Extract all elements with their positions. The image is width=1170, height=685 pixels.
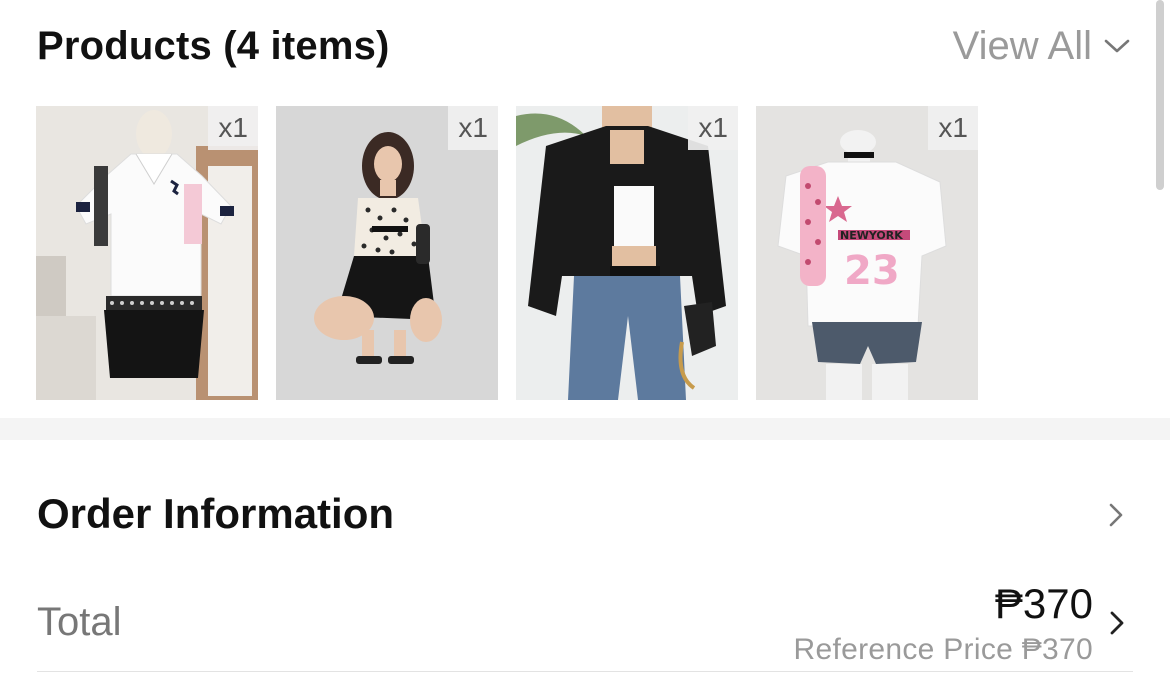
product-image xyxy=(516,106,738,400)
product-image xyxy=(36,106,258,400)
total-amount: ₱370 xyxy=(994,580,1093,627)
product-thumbnail[interactable]: NEWYORK 23 x1 xyxy=(756,106,978,400)
svg-text:NEWYORK: NEWYORK xyxy=(840,229,903,242)
order-information-title: Order Information xyxy=(37,490,395,537)
product-thumbnail[interactable]: x1 xyxy=(276,106,498,400)
order-information-section: Order Information Total ₱370 Reference P… xyxy=(0,440,1170,685)
svg-text:23: 23 xyxy=(844,248,900,294)
products-section: Products (4 items) View All x1 x1 x1 NEW… xyxy=(0,0,1170,418)
chevron-right-icon xyxy=(1110,611,1124,635)
quantity-badge: x1 xyxy=(688,106,738,150)
quantity-badge: x1 xyxy=(208,106,258,150)
chevron-right-icon[interactable] xyxy=(1108,502,1124,528)
section-divider xyxy=(0,418,1170,440)
reference-price: Reference Price ₱370 xyxy=(793,633,1093,666)
total-row[interactable]: Total ₱370 Reference Price ₱370 xyxy=(37,580,1133,672)
scrollbar[interactable] xyxy=(1156,0,1164,190)
total-label: Total xyxy=(37,600,122,644)
product-thumbnail[interactable]: x1 xyxy=(516,106,738,400)
product-thumbnail[interactable]: x1 xyxy=(36,106,258,400)
product-image: NEWYORK 23 xyxy=(756,106,978,400)
quantity-badge: x1 xyxy=(928,106,978,150)
quantity-badge: x1 xyxy=(448,106,498,150)
product-thumbnails: x1 x1 x1 NEWYORK 23 x1 xyxy=(36,106,978,400)
product-image xyxy=(276,106,498,400)
products-title: Products (4 items) xyxy=(37,24,390,68)
divider-line xyxy=(37,671,1133,672)
chevron-down-icon xyxy=(1104,39,1130,53)
view-all-label: View All xyxy=(952,24,1092,68)
view-all-button[interactable]: View All xyxy=(953,22,1130,70)
